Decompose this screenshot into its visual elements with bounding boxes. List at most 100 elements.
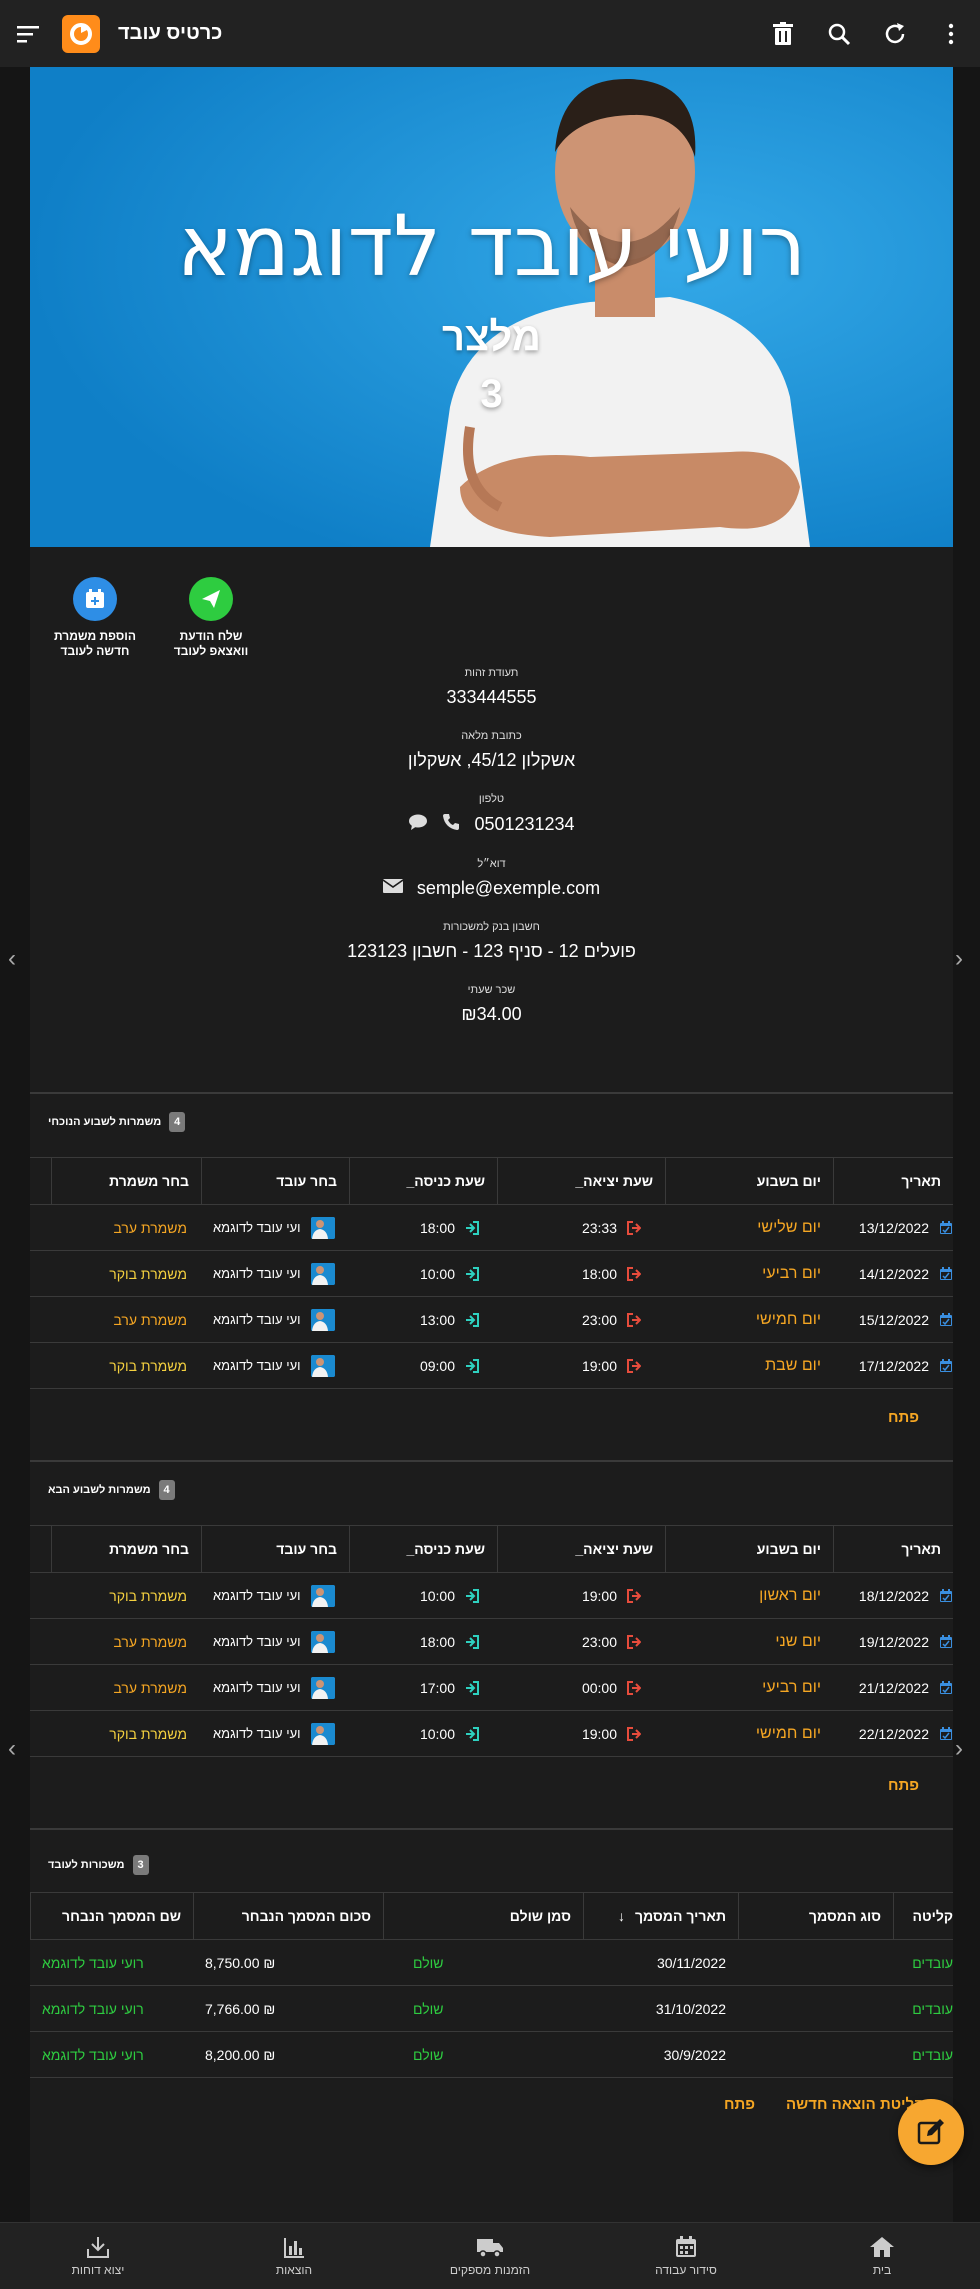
nav-schedule[interactable]: סידור עבודה: [588, 2223, 784, 2289]
table-row[interactable]: עובדים 31/10/2022 שולם 7,766.00 ₪ רועי עובד …: [30, 1986, 953, 2032]
table-row[interactable]: 19/12/2022 יום שני 23:00 18:00 ועי עובד לדוג…: [30, 1619, 953, 1665]
column-header[interactable]: סוג המסמך: [738, 1892, 893, 1940]
shift-exit-time: 23:00: [581, 1311, 617, 1328]
column-header[interactable]: בחר עובד: [201, 1525, 349, 1573]
shift-employee: ועי עובד לדוגמא: [213, 1220, 301, 1235]
sign-out-icon: [627, 1220, 641, 1235]
menu-icon[interactable]: [14, 19, 44, 49]
shift-date: 14/12/2022: [858, 1265, 929, 1282]
prev-arrow-icon[interactable]: ‹: [8, 1735, 16, 1763]
column-header[interactable]: תאריך: [833, 1157, 953, 1205]
employee-name: רועי עובד לדוגמא: [176, 197, 807, 295]
table-row[interactable]: 14/12/2022 יום רביעי 18:00 10:00 ועי עובד לד…: [30, 1251, 953, 1297]
next-arrow-icon[interactable]: ›: [955, 1735, 963, 1763]
divider: [30, 1828, 953, 1830]
shift-day: יום חמישי: [755, 1724, 821, 1742]
nav-home-label: בית: [872, 2262, 892, 2277]
column-header[interactable]: בחר משמרת: [51, 1525, 201, 1573]
current-week-open-link[interactable]: פתח: [888, 1409, 919, 1426]
sort-arrow-icon[interactable]: ↓: [618, 1908, 625, 1924]
shift-day: יום שלישי: [757, 1218, 821, 1236]
column-header[interactable]: קליטה: [893, 1892, 953, 1940]
calendar-icon: [940, 1312, 952, 1326]
shift-exit-time: 18:00: [581, 1265, 617, 1282]
column-header[interactable]: שם המסמך הנבחר: [30, 1892, 193, 1940]
employee-avatar: [310, 1676, 335, 1699]
shift-day: יום שבת: [765, 1356, 821, 1374]
column-header[interactable]: שעת כניסה_: [349, 1157, 497, 1205]
table-row[interactable]: 18/12/2022 יום ראשון 19:00 10:00 ועי עובד לד…: [30, 1573, 953, 1619]
chat-icon[interactable]: [408, 813, 428, 836]
employee-avatar: [310, 1262, 335, 1285]
salary-amount: 8,750.00 ₪: [205, 1954, 276, 1971]
column-header[interactable]: בחר עובד: [201, 1157, 349, 1205]
salary-amount: 7,766.00 ₪: [205, 2000, 276, 2017]
column-header[interactable]: תאריך המסמך ↓: [583, 1892, 738, 1940]
address-label: כתובת מלאה: [461, 730, 522, 742]
envelope-icon[interactable]: [382, 878, 404, 899]
truck-icon: [477, 2238, 503, 2258]
calendar-icon: [940, 1634, 952, 1648]
address-value: אשקלון 45/12, אשקלון: [407, 750, 576, 770]
shift-type: משמרת ערב: [113, 1679, 187, 1696]
table-row[interactable]: עובדים 30/11/2022 שולם 8,750.00 ₪ רועי עובד …: [30, 1940, 953, 1986]
nav-expenses[interactable]: הוצאות: [196, 2223, 392, 2289]
nav-export-reports[interactable]: יצוא דוחות: [0, 2223, 196, 2289]
salaries-open-link[interactable]: פתח: [724, 2096, 755, 2113]
column-header[interactable]: שעת כניסה_: [349, 1525, 497, 1573]
next-week-open-link[interactable]: פתח: [888, 1777, 919, 1794]
salary-doc-name: רועי עובד לדוגמא: [42, 2046, 144, 2063]
bank-label: חשבון בנק למשכורות: [443, 921, 540, 933]
app-logo: [62, 14, 100, 53]
edit-icon: [917, 2119, 944, 2145]
column-header[interactable]: יום בשבוע: [665, 1525, 833, 1573]
salary-paid-status: שולם: [413, 2000, 444, 2017]
add-shift-button[interactable]: הוספת משמרת חדשה לעובד: [50, 577, 140, 659]
shift-date: 15/12/2022: [858, 1311, 929, 1328]
salary-doc-name: רועי עובד לדוגמא: [42, 1954, 144, 1971]
refresh-icon[interactable]: [880, 19, 910, 49]
salary-paid-status: שולם: [413, 1954, 444, 1971]
table-row[interactable]: 21/12/2022 יום רביעי 00:00 17:00 ועי עובד לד…: [30, 1665, 953, 1711]
sign-out-icon: [627, 1312, 641, 1327]
table-row[interactable]: עובדים 30/9/2022 שולם 8,200.00 ₪ רועי עובד ל…: [30, 2032, 953, 2078]
column-header-label: תאריך המסמך: [634, 1908, 726, 1924]
shift-entry-time: 13:00: [419, 1311, 455, 1328]
shift-type: משמרת בוקר: [109, 1725, 187, 1742]
next-week-title: משמרות לשבוע הבא: [48, 1484, 151, 1496]
shift-exit-time: 19:00: [581, 1357, 617, 1374]
table-row[interactable]: 13/12/2022 יום שלישי 23:33 18:00 ועי עובד לד…: [30, 1205, 953, 1251]
next-week-header: משמרות לשבוע הבא 4: [48, 1480, 175, 1500]
next-arrow-icon[interactable]: ›: [955, 945, 963, 973]
whatsapp-message-button[interactable]: שלח הודעת וואצאפ לעובד: [166, 577, 256, 659]
table-row[interactable]: 15/12/2022 יום חמישי 23:00 13:00 ועי עובד לד…: [30, 1297, 953, 1343]
prev-arrow-icon[interactable]: ‹: [8, 945, 16, 973]
table-row[interactable]: 22/12/2022 יום חמישי 19:00 10:00 ועי עובד לד…: [30, 1711, 953, 1757]
shift-employee: ועי עובד לדוגמא: [213, 1680, 301, 1695]
column-header[interactable]: סמן שולם: [383, 1892, 583, 1940]
column-header[interactable]: שעת יציאה_: [497, 1525, 665, 1573]
salary-amount: 8,200.00 ₪: [205, 2046, 276, 2063]
table-row[interactable]: 17/12/2022 יום שבת 19:00 09:00 ועי עובד לדוג…: [30, 1343, 953, 1389]
more-vert-icon[interactable]: [936, 19, 966, 49]
column-header[interactable]: סכום המסמך הנבחר: [193, 1892, 383, 1940]
edit-fab-button[interactable]: [898, 2099, 964, 2165]
new-expense-link[interactable]: קליטת הוצאה חדשה: [786, 2096, 924, 2113]
sign-out-icon: [627, 1588, 641, 1603]
column-header[interactable]: יום בשבוע: [665, 1157, 833, 1205]
nav-supplier-orders[interactable]: הזמנות מספקים: [392, 2223, 588, 2289]
trash-icon[interactable]: [768, 19, 798, 49]
salary-date: 30/11/2022: [656, 1954, 726, 1971]
salaries-header: משכורות לעובד 3: [48, 1855, 149, 1875]
table-header-row: תאריך יום בשבוע שעת יציאה_ שעת כניסה_ בחר עו…: [30, 1157, 953, 1205]
search-icon[interactable]: [824, 19, 854, 49]
employee-role: מלצר: [442, 315, 541, 359]
nav-expenses-label: הוצאות: [275, 2262, 313, 2277]
shift-entry-time: 18:00: [419, 1633, 455, 1650]
quick-actions: הוספת משמרת חדשה לעובד שלח הודעת וואצאפ לע…: [50, 577, 256, 659]
column-header[interactable]: בחר משמרת: [51, 1157, 201, 1205]
column-header[interactable]: שעת יציאה_: [497, 1157, 665, 1205]
phone-icon[interactable]: [442, 813, 460, 836]
nav-home[interactable]: בית: [784, 2223, 980, 2289]
column-header[interactable]: תאריך: [833, 1525, 953, 1573]
